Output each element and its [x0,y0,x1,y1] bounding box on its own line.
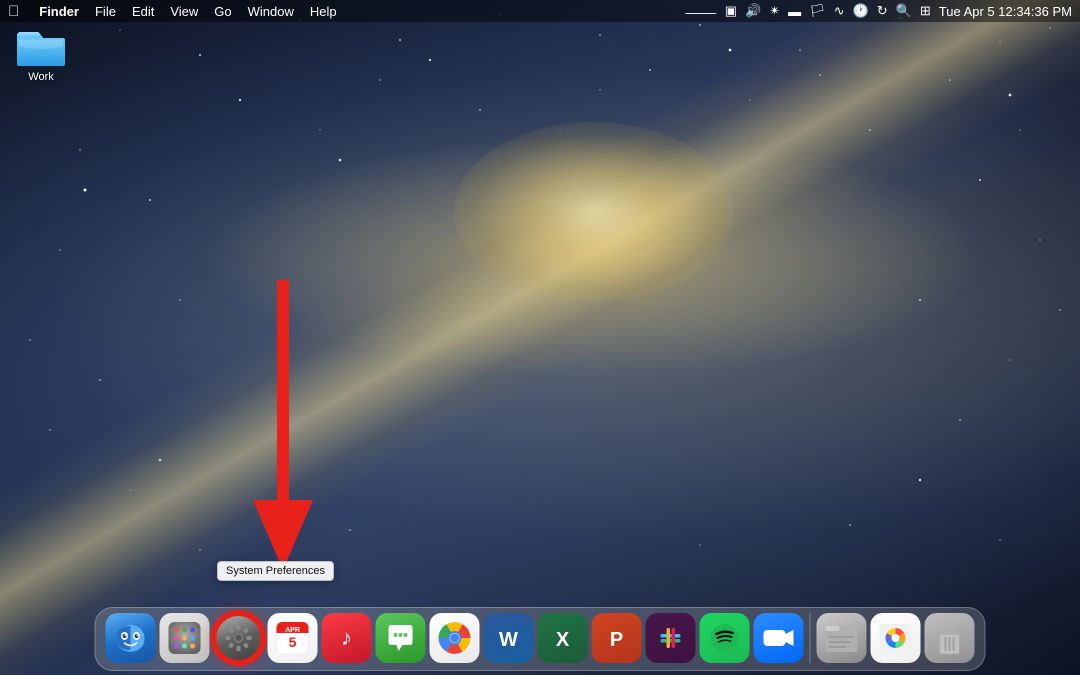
tooltip-label: System Preferences [226,565,325,577]
menubar-go[interactable]: Go [214,4,231,19]
svg-text:X: X [556,629,570,651]
dock-music-icon: ♪ [322,613,372,663]
dock-item-powerpoint[interactable]: P [592,613,642,663]
menubar-file[interactable]: File [95,4,116,19]
search-icon[interactable]: 🔍 [896,3,912,19]
dock-chrome-icon [430,613,480,663]
svg-text:5: 5 [289,634,297,650]
volume-icon[interactable]: 🔊 [745,3,761,19]
dock-item-excel[interactable]: X [538,613,588,663]
sync-icon[interactable]: ↻ [877,3,888,19]
dock-item-finder[interactable] [106,613,156,663]
dock-item-calendar[interactable]: APR 5 [268,613,318,663]
dock-calendar-icon: APR 5 [268,613,318,663]
dock-item-launchpad[interactable] [160,613,210,663]
dock-word-icon: W [484,613,534,663]
menubar-window[interactable]: Window [248,4,294,19]
dock-item-system-preferences[interactable] [214,613,264,663]
dock-photos-icon [871,613,921,663]
svg-text:W: W [499,629,518,651]
menubar:  Finder File Edit View Go Window Help ⸻… [0,0,1080,22]
dock-messages-icon [376,613,426,663]
tooltip-system-preferences: System Preferences [217,561,334,581]
galaxy-core [454,122,734,302]
dock-item-files[interactable] [817,613,867,663]
dock-trash-icon [925,613,975,663]
dock-sysprefs-icon [214,613,264,663]
menubar-left:  Finder File Edit View Go Window Help [8,3,337,20]
dropbox-icon[interactable]: ⸻ [685,2,717,21]
dock-spotify-icon [700,613,750,663]
annotation-arrow [248,280,328,580]
dock-item-slack[interactable] [646,613,696,663]
dock-item-word[interactable]: W [484,613,534,663]
dock-item-messages[interactable] [376,613,426,663]
wifi-icon[interactable]: ∿ [834,3,845,19]
dock-zoom-icon [754,613,804,663]
svg-text:P: P [610,629,623,651]
bluetooth-icon[interactable]: ✴ [769,3,780,19]
svg-text:♪: ♪ [341,625,352,650]
dock-item-photos[interactable] [871,613,921,663]
battery-menu-icon[interactable]: ▣ [725,3,737,19]
battery-icon[interactable]: ▬ [788,4,801,19]
menubar-edit[interactable]: Edit [132,4,154,19]
svg-text:APR: APR [285,627,300,634]
menubar-help[interactable]: Help [310,4,337,19]
menubar-right: ⸻ ▣ 🔊 ✴ ▬ 🏳 ∿ 🕐 ↻ 🔍 ⊞ Tue Apr 5 12:34:36… [685,2,1072,21]
stars-background [0,0,1080,675]
dock-separator [810,613,811,663]
apple-menu-icon[interactable]:  [8,3,19,20]
desktop-folder-work[interactable]: Work [6,24,76,84]
flag-icon[interactable]: 🏳 [809,3,826,19]
dock-item-music[interactable]: ♪ [322,613,372,663]
menubar-datetime: Tue Apr 5 12:34:36 PM [939,4,1072,19]
dock-finder-icon [106,613,156,663]
dock-excel-icon: X [538,613,588,663]
dock-item-trash[interactable] [925,613,975,663]
dock-launchpad-icon [160,613,210,663]
folder-label: Work [28,71,53,84]
control-center-icon[interactable]: ⊞ [920,3,931,19]
dock-slack-icon [646,613,696,663]
dock-files-icon [817,613,867,663]
dock-ppt-icon: P [592,613,642,663]
galaxy-band [0,0,1080,675]
menubar-view[interactable]: View [170,4,198,19]
dock-item-chrome[interactable] [430,613,480,663]
dock: APR 5 ♪ [95,607,986,671]
dock-item-zoom[interactable] [754,613,804,663]
menubar-app-name[interactable]: Finder [39,4,79,19]
folder-icon [15,24,67,68]
clock-icon: 🕐 [853,3,869,19]
dock-item-spotify[interactable] [700,613,750,663]
desktop:  Finder File Edit View Go Window Help ⸻… [0,0,1080,675]
